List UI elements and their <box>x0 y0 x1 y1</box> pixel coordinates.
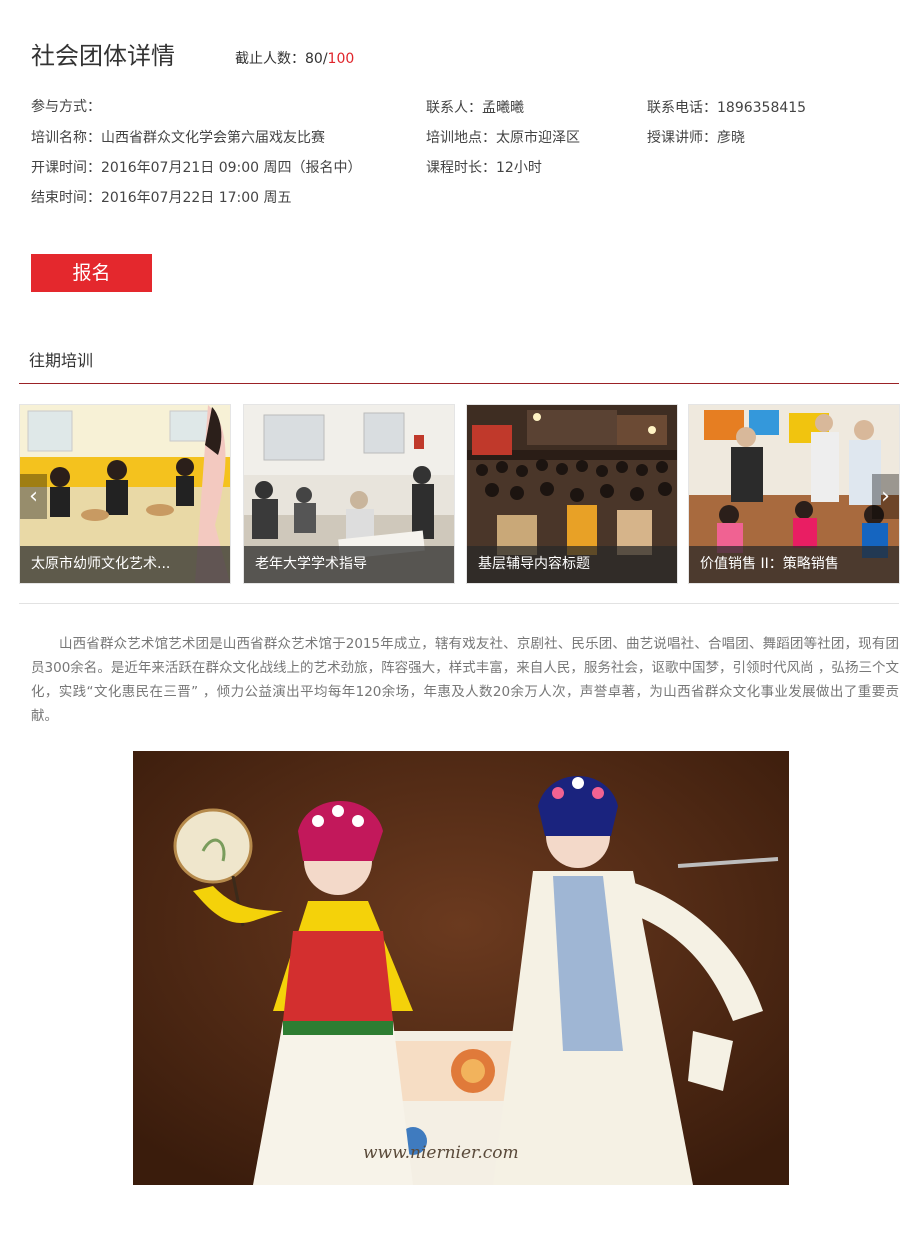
content-divider <box>19 603 899 604</box>
carousel-prev-button[interactable]: ‹ <box>20 474 47 519</box>
contact-person: 联系人：孟曦曦 <box>426 100 524 116</box>
training-card[interactable]: 价值销售 II：策略销售 <box>688 404 900 584</box>
participation-method: 参与方式： <box>31 99 101 115</box>
capacity-max: 100 <box>327 51 355 67</box>
card-caption: 太原市幼师文化艺术... <box>20 546 230 583</box>
opera-performers-illustration <box>133 751 789 1185</box>
training-card[interactable]: 基层辅导内容标题 <box>466 404 678 584</box>
contact-phone: 联系电话：1896358415 <box>647 100 807 116</box>
group-description: 山西省群众艺术馆艺术团是山西省群众艺术馆于2015年成立，辖有戏友社、京剧社、民… <box>31 636 899 724</box>
past-training-heading: 往期培训 <box>29 351 94 370</box>
end-time: 结束时间：2016年07月22日 17:00 周五 <box>31 190 292 206</box>
start-time: 开课时间：2016年07月21日 09:00 周四（报名中） <box>31 160 362 176</box>
capacity-label: 截止人数：80/ <box>235 51 328 67</box>
card-caption: 价值销售 II：策略销售 <box>689 546 899 583</box>
card-caption: 基层辅导内容标题 <box>467 546 677 583</box>
instructor: 授课讲师：彦晓 <box>647 130 745 146</box>
page-title: 社会团体详情 <box>31 42 175 70</box>
training-name: 培训名称：山西省群众文化学会第六届戏友比赛 <box>31 130 325 146</box>
carousel-next-button[interactable]: › <box>872 474 899 519</box>
training-card[interactable]: 老年大学学术指导 <box>243 404 455 584</box>
signup-button[interactable]: 报名 <box>31 254 152 292</box>
training-location: 培训地点：太原市迎泽区 <box>426 130 580 146</box>
training-card[interactable]: 太原市幼师文化艺术... <box>19 404 231 584</box>
section-divider <box>19 383 899 384</box>
chevron-right-icon: › <box>881 484 890 509</box>
chevron-left-icon: ‹ <box>29 484 38 509</box>
capacity-count: 截止人数：80/100 <box>235 48 354 68</box>
past-training-carousel: 太原市幼师文化艺术... 老年大学学术指导 基层辅导内容标题 价值销售 II：策… <box>19 404 900 584</box>
course-duration: 课程时长：12小时 <box>426 160 542 176</box>
card-caption: 老年大学学术指导 <box>244 546 454 583</box>
hero-image-opera: www.niernier.com <box>133 751 789 1185</box>
watermark-text: www.niernier.com <box>363 1143 519 1163</box>
